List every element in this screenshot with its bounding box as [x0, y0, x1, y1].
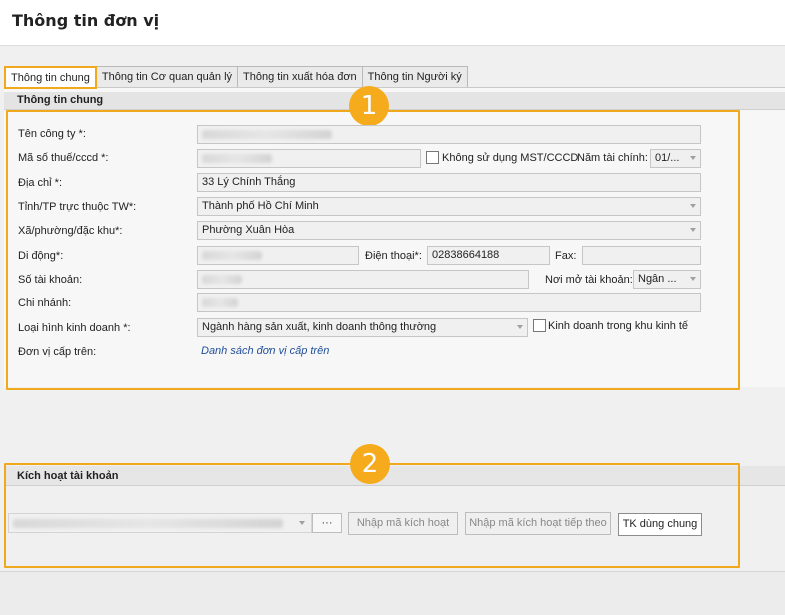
- tab-general-info[interactable]: Thông tin chung: [4, 66, 97, 89]
- ward-label: Xã/phường/đặc khu*:: [18, 225, 123, 237]
- mobile-field[interactable]: [197, 246, 359, 265]
- province-value: Thành phố Hồ Chí Minh: [202, 200, 319, 212]
- chevron-down-icon: [690, 204, 696, 208]
- tax-code-label: Mã số thuế/cccd *:: [18, 152, 109, 164]
- bank-label: Nơi mở tài khoản:: [545, 274, 633, 286]
- fiscal-year-value: 01/...: [655, 152, 680, 164]
- chevron-down-icon: [299, 521, 305, 525]
- title-bar: Thông tin đơn vị: [0, 0, 785, 46]
- fiscal-year-label: Năm tài chính:: [577, 152, 648, 164]
- ward-value: Phường Xuân Hòa: [202, 224, 295, 236]
- callout-badge-2: 2: [350, 444, 390, 484]
- address-label: Địa chỉ *:: [18, 177, 63, 189]
- business-type-select[interactable]: Ngành hàng sản xuất, kinh doanh thông th…: [197, 318, 528, 337]
- page-title: Thông tin đơn vị: [12, 11, 160, 30]
- fax-field[interactable]: [582, 246, 701, 265]
- chevron-down-icon: [517, 325, 523, 329]
- chevron-down-icon: [690, 277, 696, 281]
- company-name-label: Tên công ty *:: [18, 128, 86, 140]
- phone-field[interactable]: 02838664188: [427, 246, 550, 265]
- enter-next-activation-code-button[interactable]: Nhập mã kích hoạt tiếp theo: [465, 512, 611, 535]
- business-type-label: Loại hình kinh doanh *:: [18, 322, 131, 334]
- bank-value: Ngân ...: [638, 273, 677, 285]
- bank-select[interactable]: Ngân ...: [633, 270, 701, 289]
- tab-invoice-info[interactable]: Thông tin xuất hóa đơn: [237, 66, 363, 87]
- tab-signer-info[interactable]: Thông tin Người ký: [361, 66, 468, 87]
- province-select[interactable]: Thành phố Hồ Chí Minh: [197, 197, 701, 216]
- footer-area: [0, 571, 785, 615]
- parent-unit-label: Đơn vị cấp trên:: [18, 346, 97, 358]
- shared-account-button[interactable]: TK dùng chung: [618, 513, 702, 536]
- activation-account-select[interactable]: [8, 513, 312, 533]
- enter-activation-code-button[interactable]: Nhập mã kích hoạt: [348, 512, 458, 535]
- ellipsis-button[interactable]: ···: [312, 513, 342, 533]
- business-type-value: Ngành hàng sản xuất, kinh doanh thông th…: [202, 321, 437, 333]
- economic-zone-checkbox[interactable]: [533, 319, 546, 332]
- ward-select[interactable]: Phường Xuân Hòa: [197, 221, 701, 240]
- no-tax-code-checkbox[interactable]: [426, 151, 439, 164]
- callout-badge-1: 1: [349, 86, 389, 126]
- tax-code-field[interactable]: [197, 149, 421, 168]
- general-section-header: Thông tin chung: [4, 92, 785, 110]
- parent-unit-link[interactable]: Danh sách đơn vị cấp trên: [201, 345, 329, 357]
- chevron-down-icon: [690, 228, 696, 232]
- economic-zone-checkbox-label: Kinh doanh trong khu kinh tế: [548, 320, 689, 332]
- province-label: Tỉnh/TP trực thuộc TW*:: [18, 201, 137, 213]
- no-tax-code-checkbox-label: Không sử dụng MST/CCCD: [442, 152, 579, 164]
- branch-label: Chi nhánh:: [18, 297, 72, 309]
- tab-management-agency[interactable]: Thông tin Cơ quan quản lý: [95, 66, 239, 87]
- company-name-field[interactable]: [197, 125, 701, 144]
- address-field[interactable]: 33 Lý Chính Thắng: [197, 173, 701, 192]
- phone-label: Điện thoại*:: [365, 250, 422, 262]
- fax-label: Fax:: [555, 250, 577, 262]
- chevron-down-icon: [690, 156, 696, 160]
- tab-bar: Thông tin chung Thông tin Cơ quan quản l…: [4, 66, 468, 89]
- fiscal-year-select[interactable]: 01/...: [650, 149, 701, 168]
- branch-field[interactable]: [197, 293, 701, 312]
- mobile-label: Di động*:: [18, 250, 64, 262]
- account-number-label: Số tài khoản:: [18, 274, 83, 286]
- general-section-title: Thông tin chung: [17, 94, 104, 106]
- account-number-field[interactable]: [197, 270, 529, 289]
